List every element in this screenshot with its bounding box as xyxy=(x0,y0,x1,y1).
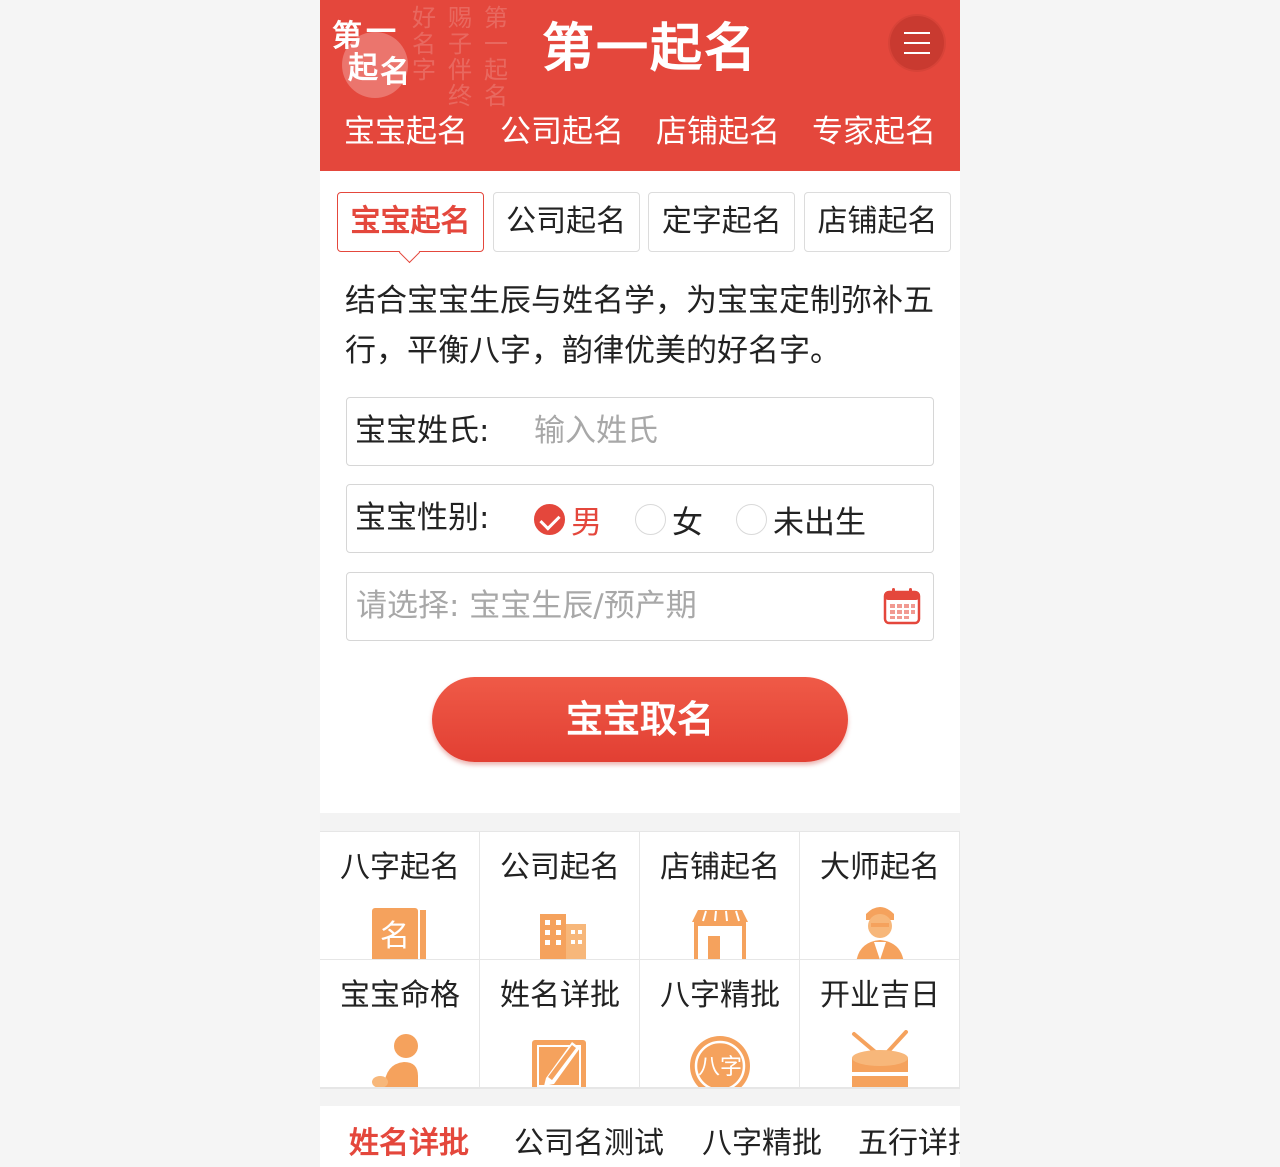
service-bazi-naming[interactable]: 八字起名 名 xyxy=(320,832,480,960)
birth-date-field[interactable]: 请选择: 宝宝生辰/预产期 xyxy=(346,572,934,641)
tab-company-naming[interactable]: 公司起名 xyxy=(492,192,640,252)
surname-label: 宝宝姓氏: xyxy=(355,413,490,449)
tab-baby-naming[interactable]: 宝宝起名 xyxy=(337,192,484,252)
radio-circle-icon xyxy=(635,503,666,535)
gender-field: 宝宝性别: 男 女 未出生 xyxy=(346,484,934,553)
background-calligraphy: 好名字 赐子伴终 第一起名 xyxy=(412,4,508,110)
service-bazi-analysis[interactable]: 八字精批 八字 xyxy=(640,960,800,1088)
service-company-naming[interactable]: 公司起名 xyxy=(480,832,640,960)
gender-radio-unborn[interactable]: 未出生 xyxy=(736,502,866,541)
bazi-seal-icon: 八字 xyxy=(690,1036,750,1087)
service-name-analysis[interactable]: 姓名详批 xyxy=(480,960,640,1088)
baby-icon xyxy=(372,1034,418,1087)
service-baby-fate[interactable]: 宝宝命格 xyxy=(320,960,480,1088)
tab-shop-naming[interactable]: 店铺起名 xyxy=(803,192,951,252)
tab-name-analysis[interactable]: 姓名详批 xyxy=(349,1122,469,1166)
bottom-tabs: 姓名详批 公司名测试 八字精批 五行详批 xyxy=(320,1106,960,1167)
form-description: 结合宝宝生辰与姓名学，为宝宝定制弥补五行，平衡八字，韵律优美的好名字。 xyxy=(345,283,934,369)
submit-naming-button[interactable]: 宝宝取名 xyxy=(432,677,848,762)
birth-date-input[interactable]: 请选择: 宝宝生辰/预产期 xyxy=(356,573,697,640)
site-header: 好名字 赐子伴终 第一起名 第 一 起 名 第一起名 宝宝起名 公司起名 店铺起… xyxy=(320,0,960,171)
notepad-pen-icon xyxy=(532,1040,586,1087)
hamburger-menu-icon[interactable] xyxy=(890,16,944,70)
top-nav-item[interactable]: 专家起名 xyxy=(812,108,936,156)
surname-input[interactable]: 输入姓氏 xyxy=(534,398,658,465)
top-nav: 宝宝起名 公司起名 店铺起名 专家起名 xyxy=(320,108,960,156)
form-tabs: 宝宝起名 公司起名 定字起名 店铺起名 xyxy=(337,192,951,252)
name-book-icon: 名 xyxy=(372,908,426,959)
storefront-icon xyxy=(692,910,748,959)
gender-label: 宝宝性别: xyxy=(355,500,490,536)
master-avatar-icon xyxy=(856,907,904,959)
gender-radio-male[interactable]: 男 xyxy=(534,502,602,541)
service-shop-naming[interactable]: 店铺起名 xyxy=(640,832,800,960)
service-master-naming[interactable]: 大师起名 xyxy=(800,832,960,960)
services-grid: 八字起名 名 公司起名 店铺起名 大师起名 宝宝命格 姓名详批 八字精批 八字 … xyxy=(320,831,960,1089)
tab-bazi-analysis[interactable]: 八字精批 xyxy=(702,1122,822,1166)
top-nav-item[interactable]: 宝宝起名 xyxy=(344,108,468,156)
svg-text:名: 名 xyxy=(380,919,410,954)
top-nav-item[interactable]: 店铺起名 xyxy=(656,108,780,156)
calendar-icon[interactable] xyxy=(883,587,921,625)
svg-text:八字: 八字 xyxy=(698,1055,742,1080)
site-logo[interactable]: 第 一 起 名 xyxy=(328,14,416,98)
tab-five-elements-analysis[interactable]: 五行详批 xyxy=(858,1122,960,1166)
tab-company-name-test[interactable]: 公司名测试 xyxy=(514,1122,664,1166)
drum-icon xyxy=(852,1030,908,1087)
service-opening-date[interactable]: 开业吉日 xyxy=(800,960,960,1088)
mobile-page: 好名字 赐子伴终 第一起名 第 一 起 名 第一起名 宝宝起名 公司起名 店铺起… xyxy=(320,0,960,1167)
brand-title: 第一起名 xyxy=(542,18,759,79)
office-building-icon xyxy=(540,914,586,959)
tab-fixed-char-naming[interactable]: 定字起名 xyxy=(648,192,796,252)
check-circle-icon xyxy=(534,503,565,535)
radio-circle-icon xyxy=(736,503,767,535)
gender-radio-female[interactable]: 女 xyxy=(635,502,703,541)
top-nav-item[interactable]: 公司起名 xyxy=(500,108,624,156)
surname-field[interactable]: 宝宝姓氏: 输入姓氏 xyxy=(346,397,934,466)
naming-form-card: 宝宝起名 公司起名 定字起名 店铺起名 结合宝宝生辰与姓名学，为宝宝定制弥补五行… xyxy=(320,171,960,813)
